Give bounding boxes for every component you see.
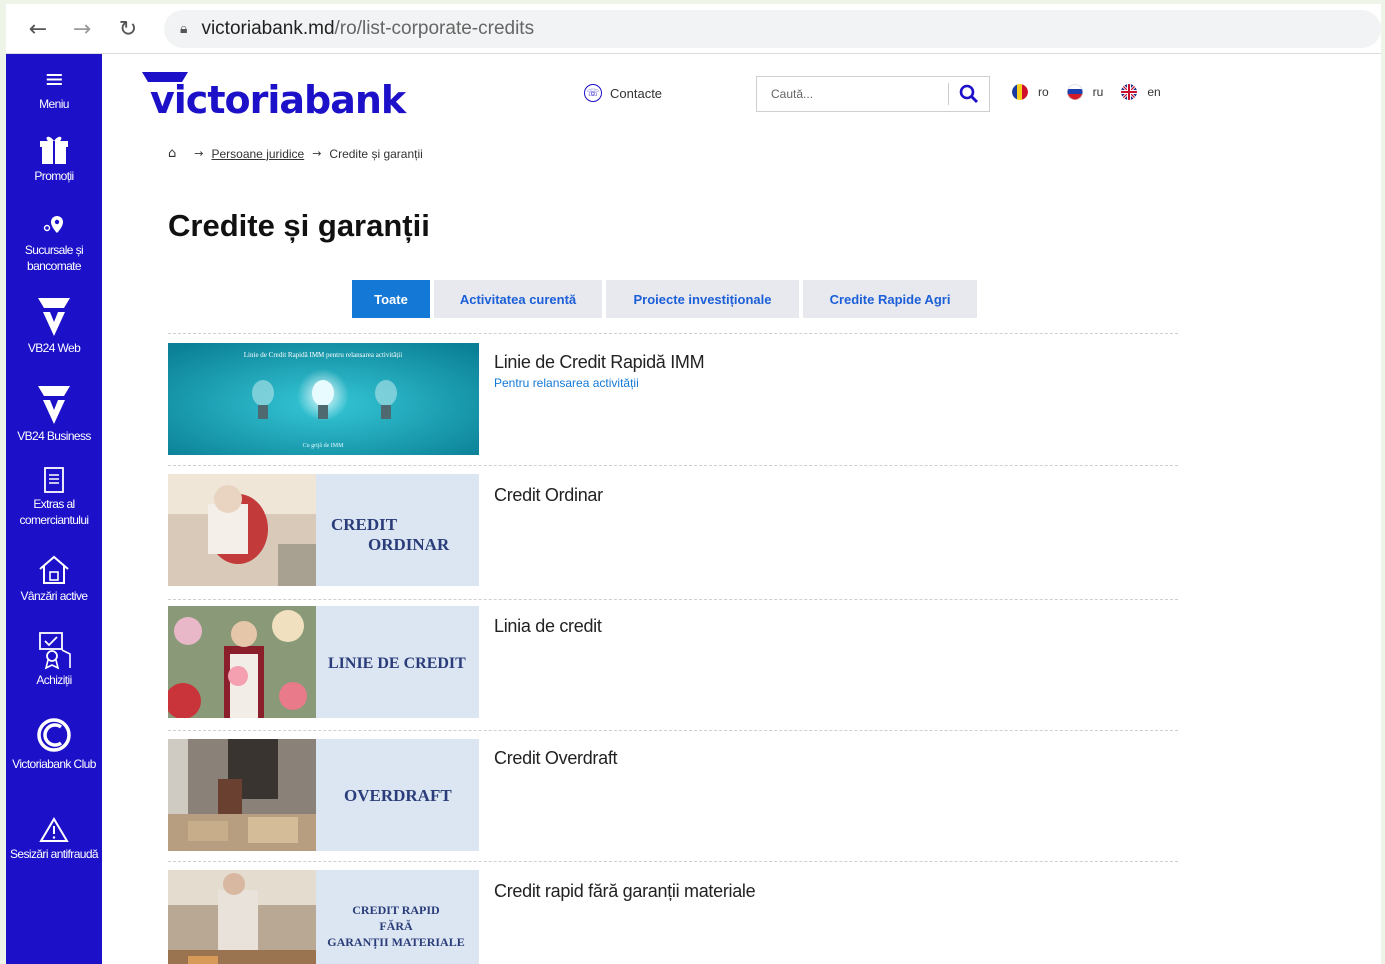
breadcrumb: ⌂ → Persoane juridice → Credite și garan… xyxy=(168,146,423,161)
home-icon[interactable]: ⌂ xyxy=(168,146,176,161)
sidebar-item-branches[interactable]: Sucursale și bancomate xyxy=(6,214,102,274)
document-icon xyxy=(44,467,64,493)
forward-arrow-icon[interactable]: → xyxy=(60,9,104,49)
left-sidebar: ≡ Meniu Promoții Sucursale și bancomate … xyxy=(6,54,102,964)
award-icon xyxy=(39,632,71,670)
page-title: Credite și garanții xyxy=(168,208,430,243)
search-box xyxy=(756,76,990,112)
banner-text: CREDIT xyxy=(331,515,398,534)
divider xyxy=(168,599,1178,600)
sidebar-item-vb24-business[interactable]: VB24 Business xyxy=(6,384,102,444)
back-arrow-icon[interactable]: ← xyxy=(16,9,60,49)
lang-code: ru xyxy=(1092,85,1104,99)
breadcrumb-current: Credite și garanții xyxy=(329,146,423,161)
lock-icon: 🔒︎ xyxy=(180,21,188,37)
product-banner-overdraft[interactable]: OVERDRAFT xyxy=(168,739,479,851)
sidebar-item-acquisitions[interactable]: Achiziții xyxy=(6,630,102,688)
banner-small-text: Cu grijă de IMM xyxy=(303,443,344,449)
reload-icon[interactable]: ↻ xyxy=(106,9,150,49)
product-subtitle: Pentru relansarea activității xyxy=(494,376,639,390)
search-icon xyxy=(959,84,979,104)
sidebar-item-active-sales[interactable]: Vânzări active xyxy=(6,554,102,604)
romania-flag-icon xyxy=(1012,84,1028,100)
sidebar-item-merchant-statement[interactable]: Extras al comerciantului xyxy=(6,466,102,528)
breadcrumb-arrow-icon: → xyxy=(194,147,204,160)
sidebar-item-label: VB24 Web xyxy=(27,341,81,355)
product-title[interactable]: Credit rapid fără garanții materiale xyxy=(494,881,756,902)
vb-logo-icon xyxy=(38,386,70,424)
sidebar-item-label: VB24 Business xyxy=(17,429,91,443)
lang-en[interactable]: en xyxy=(1121,84,1161,100)
victoriabank-logo[interactable]: victoriabank xyxy=(140,72,410,128)
tab-current-activity[interactable]: Activitatea curentă xyxy=(434,280,602,318)
sidebar-item-promotions[interactable]: Promoții xyxy=(6,134,102,184)
sidebar-item-label: Victoriabank Club xyxy=(12,757,96,771)
product-title[interactable]: Credit Overdraft xyxy=(494,748,618,769)
sidebar-item-label: Meniu xyxy=(39,97,69,111)
language-switcher: ro ru en xyxy=(1012,84,1179,100)
banner-text: GARANȚII MATERIALE xyxy=(327,935,464,950)
product-banner-ordinary-credit[interactable]: CREDIT ORDINAR xyxy=(168,474,479,586)
banner-text: Linie de Credit Rapidă IMM pentru relans… xyxy=(244,351,402,359)
phone-icon: ☏ xyxy=(584,84,602,102)
address-bar[interactable]: 🔒︎ victoriabank.md/ro/list-corporate-cre… xyxy=(164,10,1381,48)
divider xyxy=(168,861,1178,862)
category-tabs: Toate Activitatea curentă Proiecte inves… xyxy=(352,280,981,318)
lang-code: ro xyxy=(1038,85,1049,99)
product-banner-sme-credit-line[interactable]: Linie de Credit Rapidă IMM pentru relans… xyxy=(168,343,479,455)
product-banner-credit-line[interactable]: LINIE DE CREDIT xyxy=(168,606,479,718)
breadcrumb-arrow-icon: → xyxy=(312,147,322,160)
product-title[interactable]: Linie de Credit Rapidă IMM xyxy=(494,352,705,373)
url-path: /ro/list-corporate-credits xyxy=(334,18,535,39)
menu-icon: ≡ xyxy=(44,65,64,93)
vb-logo-icon xyxy=(38,298,70,336)
sidebar-item-menu[interactable]: ≡ Meniu xyxy=(6,64,102,112)
sidebar-item-label: Sucursale și bancomate xyxy=(24,243,84,273)
location-pin-icon xyxy=(43,216,63,233)
sidebar-item-label: Vânzări active xyxy=(20,589,89,603)
contacts-link[interactable]: ☏ Contacte xyxy=(584,84,662,102)
lang-code: en xyxy=(1147,85,1161,99)
product-title[interactable]: Linia de credit xyxy=(494,616,602,637)
banner-text: CREDIT RAPID xyxy=(352,903,440,917)
sidebar-item-label: Extras al comerciantului xyxy=(19,497,90,527)
logo-text: victoriabank xyxy=(150,78,406,122)
product-title[interactable]: Credit Ordinar xyxy=(494,485,603,506)
sidebar-item-label: Promoții xyxy=(34,169,74,183)
product-banner-quick-credit[interactable]: CREDIT RAPID FĂRĂ GARANȚII MATERIALE xyxy=(168,870,479,964)
sidebar-item-label: Sesizări antifraudă xyxy=(10,847,99,861)
lang-ru[interactable]: ru xyxy=(1066,84,1104,100)
search-button[interactable] xyxy=(949,77,989,111)
sidebar-item-label: Achiziții xyxy=(36,673,72,687)
sidebar-item-fraud-report[interactable]: Sesizări antifraudă xyxy=(6,816,102,862)
search-input[interactable] xyxy=(757,77,949,111)
divider xyxy=(168,730,1178,731)
browser-toolbar: ← → ↻ 🔒︎ victoriabank.md/ro/list-corpora… xyxy=(6,4,1381,54)
divider xyxy=(168,465,1178,466)
uk-flag-icon xyxy=(1121,84,1138,100)
gift-icon xyxy=(40,136,68,164)
banner-text: LINIE DE CREDIT xyxy=(328,655,466,672)
banner-text: OVERDRAFT xyxy=(344,786,452,805)
url-host: victoriabank.md xyxy=(201,18,335,39)
divider xyxy=(168,333,1178,334)
russia-flag-icon xyxy=(1066,84,1083,100)
banner-text: ORDINAR xyxy=(368,535,450,554)
sidebar-item-vb24-web[interactable]: VB24 Web xyxy=(6,296,102,356)
sidebar-item-victoriabank-club[interactable]: Victoriabank Club xyxy=(6,716,102,772)
banner-text: FĂRĂ xyxy=(379,919,413,933)
breadcrumb-link[interactable]: Persoane juridice xyxy=(211,147,304,161)
lang-ro[interactable]: ro xyxy=(1012,84,1049,100)
club-icon xyxy=(37,718,71,752)
tab-quick-agri-credits[interactable]: Credite Rapide Agri xyxy=(803,280,977,318)
tab-all[interactable]: Toate xyxy=(352,280,430,318)
warning-icon xyxy=(39,817,69,842)
tab-investment-projects[interactable]: Proiecte investiționale xyxy=(606,280,799,318)
contacts-label: Contacte xyxy=(610,85,663,101)
house-icon xyxy=(39,555,69,584)
